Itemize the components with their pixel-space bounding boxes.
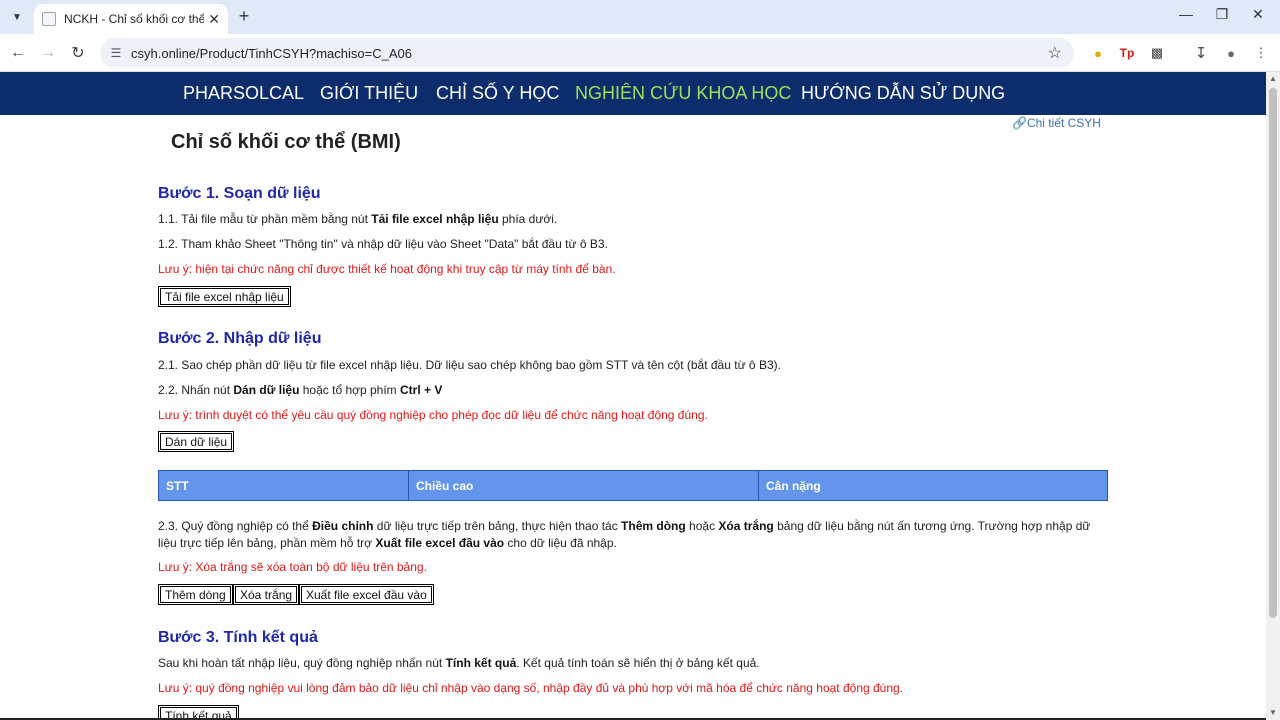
nav-item-nghien-cuu-khoa-hoc[interactable]: NGHIÊN CỨU KHOA HỌC	[575, 83, 791, 104]
step2-instruction-1: 2.1. Sao chép phần dữ liệu từ file excel…	[158, 358, 781, 372]
window-close-icon[interactable]: ✕	[1248, 6, 1268, 23]
nav-item-pharsolcal[interactable]: PHARSOLCAL	[183, 83, 304, 104]
nav-item-gioi-thieu[interactable]: GIỚI THIỆU	[320, 83, 418, 104]
extensions-puzzle-icon[interactable]: ▩	[1147, 43, 1167, 63]
bookmark-star-icon[interactable]: ☆	[1048, 43, 1062, 63]
scroll-down-icon[interactable]: ▼	[1269, 708, 1277, 717]
site-navbar: PHARSOLCAL GIỚI THIỆU CHỈ SỐ Y HỌC NGHIÊ…	[0, 72, 1266, 115]
restore-icon[interactable]: ❐	[1212, 6, 1232, 23]
step2-instruction-3: 2.3. Quý đồng nghiệp có thể Điều chỉnh d…	[158, 519, 1091, 550]
scrollbar-thumb[interactable]	[1269, 88, 1277, 618]
new-tab-plus-icon[interactable]: +	[234, 6, 254, 26]
link-icon: 🔗	[1012, 116, 1027, 130]
step3-note: Lưu ý: quý đồng nghiệp vui lòng đảm bảo …	[158, 681, 904, 695]
scroll-up-icon[interactable]: ▲	[1269, 74, 1277, 83]
step3-heading: Bước 3. Tính kết quả	[158, 629, 318, 646]
back-arrow-icon[interactable]: ←	[8, 43, 28, 63]
page-favicon-icon	[42, 12, 56, 26]
input-data-table[interactable]: STT Chiều cao Cân nặng	[158, 470, 1108, 501]
step1-note: Lưu ý: hiện tại chức năng chỉ được thiết…	[158, 262, 616, 276]
step1-instruction-1: 1.1. Tải file mẫu từ phần mềm bằng nút T…	[158, 212, 558, 226]
step2-heading: Bước 2. Nhập dữ liệu	[158, 330, 322, 347]
profile-avatar-icon[interactable]: ●	[1221, 43, 1241, 63]
table-header-chieu-cao: Chiều cao	[409, 471, 759, 500]
minimize-icon[interactable]: —	[1176, 6, 1196, 22]
add-row-button[interactable]: Thêm dòng	[158, 584, 233, 605]
download-icon[interactable]: ↧	[1191, 43, 1211, 63]
browser-tab[interactable]: NCKH - Chỉ số khối cơ thể (BMI) ✕	[34, 4, 228, 34]
site-info-icon[interactable]: ☰	[108, 45, 124, 61]
step3-instruction-1: Sau khi hoàn tất nhập liệu, quý đồng ngh…	[158, 656, 760, 670]
address-bar[interactable]: ☰ csyh.online/Product/TinhCSYH?machiso=C…	[100, 38, 1074, 68]
browser-tab-bar: ▼ NCKH - Chỉ số khối cơ thể (BMI) ✕ + — …	[0, 0, 1280, 34]
page-title: Chỉ số khối cơ thể (BMI)	[171, 131, 401, 153]
paste-data-button[interactable]: Dán dữ liệu	[158, 431, 235, 452]
step2-note-2: Lưu ý: Xóa trắng sẽ xóa toàn bộ dữ liệu …	[158, 560, 427, 574]
url-text[interactable]: csyh.online/Product/TinhCSYH?machiso=C_A…	[131, 46, 412, 61]
chi-tiet-csyh-label: Chi tiết CSYH	[1026, 116, 1101, 130]
nav-item-huong-dan-su-dung[interactable]: HƯỚNG DẪN SỬ DỤNG	[801, 83, 1005, 104]
step1-heading: Bước 1. Soạn dữ liệu	[158, 185, 321, 202]
tab-title: NCKH - Chỉ số khối cơ thể (BMI)	[64, 12, 204, 26]
tab-search-chevron-icon[interactable]: ▼	[6, 6, 28, 28]
clear-table-button[interactable]: Xóa trắng	[233, 584, 300, 605]
forward-arrow-icon[interactable]: →	[38, 43, 58, 63]
step2-instruction-2: 2.2. Nhấn nút Dán dữ liệu hoặc tổ hợp ph…	[158, 383, 443, 397]
step1-instruction-2: 1.2. Tham khảo Sheet "Thông tin" và nhập…	[158, 237, 608, 251]
export-input-excel-button[interactable]: Xuất file excel đầu vào	[299, 584, 434, 605]
download-excel-template-button[interactable]: Tải file excel nhập liệu	[158, 286, 291, 307]
menu-kebab-icon[interactable]: ⋮	[1251, 43, 1271, 63]
table-header-stt: STT	[159, 471, 409, 500]
browser-toolbar: ← → ↻ ☰ csyh.online/Product/TinhCSYH?mac…	[0, 34, 1280, 72]
chi-tiet-csyh-link[interactable]: 🔗Chi tiết CSYH	[1012, 116, 1101, 130]
extension-arm-icon[interactable]: ●	[1088, 43, 1108, 63]
table-header-can-nang: Cân nặng	[766, 478, 821, 493]
page-scrollbar[interactable]: ▲ ▼	[1266, 72, 1280, 720]
nav-item-chi-so-y-hoc[interactable]: CHỈ SỐ Y HỌC	[436, 83, 559, 104]
extension-tp-icon[interactable]: Tp	[1117, 43, 1137, 63]
reload-icon[interactable]: ↻	[68, 43, 88, 63]
close-tab-icon[interactable]: ✕	[208, 11, 220, 28]
step2-note: Lưu ý: trình duyệt có thể yêu cầu quý đồ…	[158, 408, 708, 422]
